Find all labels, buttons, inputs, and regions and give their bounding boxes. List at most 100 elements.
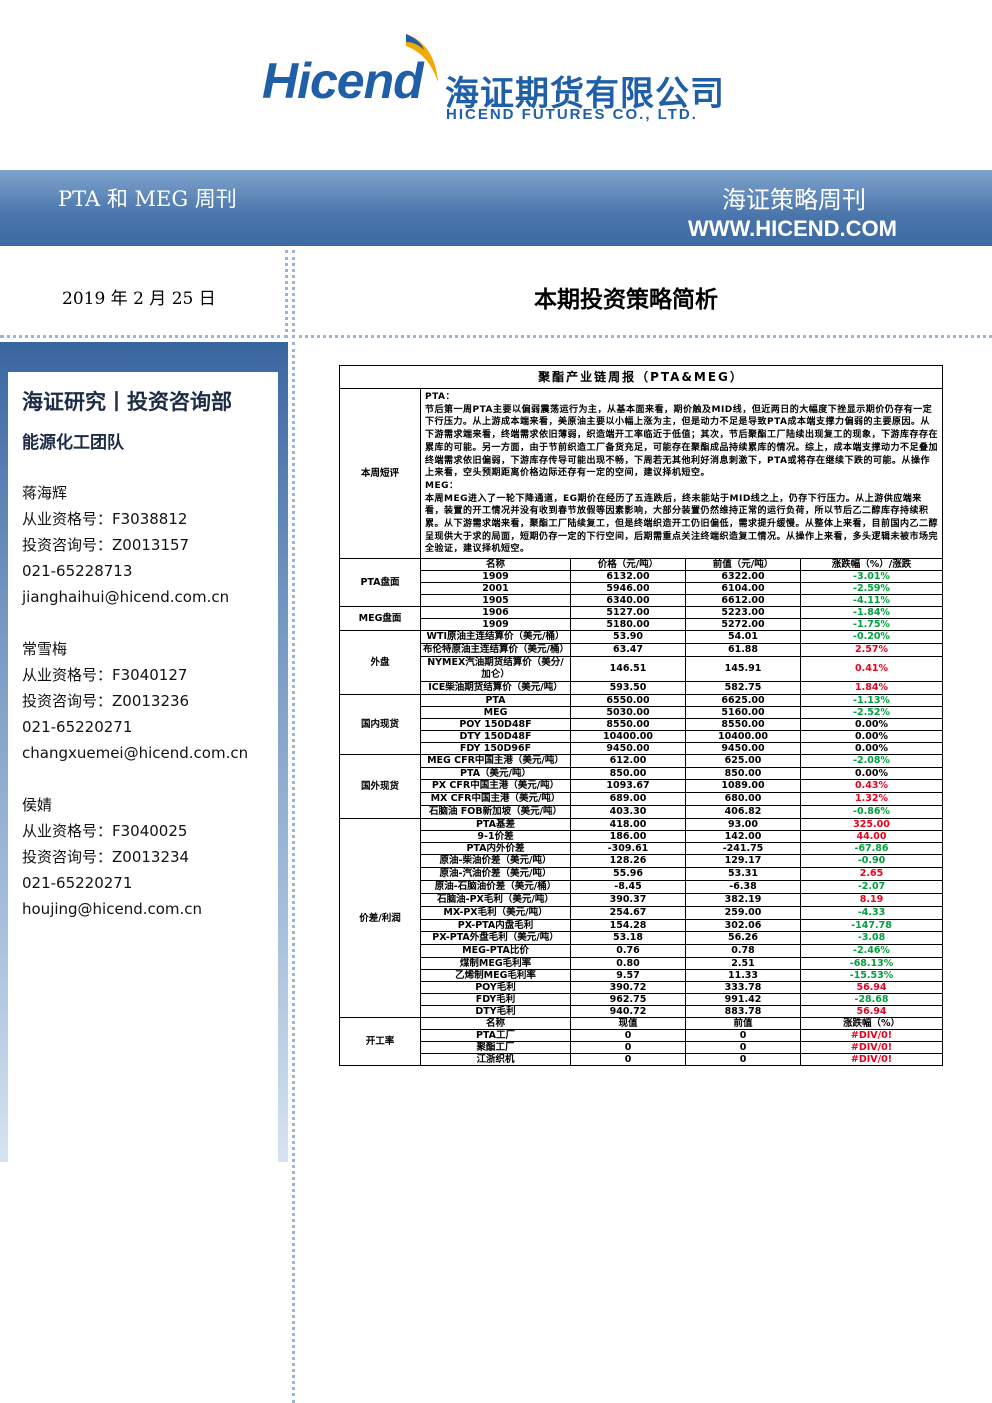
row-name: POY毛利 [420,981,571,995]
table-row: 1909 6132.00 6322.00 -3.01% [340,570,944,584]
row-price: 6550.00 [570,694,686,708]
row-name: POY 150D48F [420,718,571,732]
row-change: -2.08% [799,754,944,769]
analyst-email[interactable]: jianghaihui@hicend.com.cn [22,584,229,610]
department-name: 海证研究丨投资咨询部 [22,390,232,414]
row-change: 0.00% [799,767,944,781]
website-url[interactable]: WWW.HICEND.COM [688,216,897,242]
comment-paragraph: PTA： [425,392,456,402]
row-price: 403.30 [570,805,686,820]
row-name: 原油-汽油价差（美元/吨） [420,867,571,882]
report-name: PTA 和 MEG 周刊 [58,187,237,211]
table-row: POY 150D48F 8550.00 8550.00 0.00% [340,718,944,732]
row-price: -8.45 [570,880,686,895]
series-name: 海证策略周刊 [722,186,866,214]
row-price: -309.61 [570,842,686,856]
row-price: 10400.00 [570,730,686,744]
row-change: -147.78 [799,919,944,933]
analyst-email[interactable]: houjing@hicend.com.cn [22,896,202,922]
row-change: #DIV/0! [799,1053,944,1067]
row-change: -3.01% [799,570,944,584]
row-price: 53.18 [570,931,686,946]
row-price: 689.00 [570,792,686,807]
row-name: PTA工厂 [420,1029,571,1043]
row-change: -2.52% [799,706,944,720]
row-change: 8.19 [799,893,944,908]
analyst-card: 常雪梅 从业资格号：F3040127 投资咨询号：Z0013236 021-65… [22,636,248,766]
row-prev: 0 [685,1029,801,1043]
table-row: 2001 5946.00 6104.00 -2.59% [340,582,944,596]
table-row: 乙烯制MEG毛利率 9.57 11.33 -15.53% [340,969,944,983]
row-price: 850.00 [570,767,686,781]
row-price: 0.80 [570,957,686,971]
row-price: 940.72 [570,1005,686,1019]
analyst-name: 侯婧 [22,796,53,814]
analyst-consult-id: 投资咨询号：Z0013236 [22,692,190,710]
table-row: 1909 5180.00 5272.00 -1.75% [340,618,944,632]
comment-paragraph: 节后第一周PTA主要以偏弱震荡运行为主，从基本面来看，期价触及MID线，但近两日… [425,404,939,479]
table-row: PTA内外价差 -309.61 -241.75 -67.86 [340,842,944,856]
row-prev: -6.38 [685,880,801,895]
row-name: 1909 [420,618,571,632]
row-price: 6340.00 [570,594,686,608]
team-name: 能源化工团队 [22,433,124,453]
row-prev: 6625.00 [685,694,801,708]
section-label: MEG盘面 [339,606,421,632]
table-row: MEG 5030.00 5160.00 -2.52% [340,706,944,720]
table-row: 原油-汽油价差（美元/吨） 55.96 53.31 2.65 [340,867,944,882]
row-prev: 680.00 [685,792,801,807]
analyst-name: 常雪梅 [22,640,68,658]
comment-paragraph: MEG： [425,480,459,491]
analyst-card: 蒋海辉 从业资格号：F3038812 投资咨询号：Z0013157 021-65… [22,480,229,610]
row-change: 2.65 [799,867,944,882]
row-change: -0.20% [799,630,944,645]
analyst-email[interactable]: changxuemei@hicend.com.cn [22,740,248,766]
table-row: PTA（美元/吨） 850.00 850.00 0.00% [340,767,944,781]
row-price: 63.47 [570,643,686,658]
analyst-phone: 021-65220271 [22,718,133,736]
row-name: NYMEX汽油期货结算价（美分/加仑） [420,656,571,683]
row-prev: 129.17 [685,854,801,869]
row-price: 1093.67 [570,779,686,794]
row-price: 418.00 [570,818,686,832]
table-row: 原油-柴油价差（美元/吨） 128.26 129.17 -0.90 [340,854,944,869]
row-change: 56.94 [799,1005,944,1019]
row-name: MEG [420,706,571,720]
row-change: #DIV/0! [799,1041,944,1055]
row-change: 56.94 [799,981,944,995]
row-name: 原油-柴油价差（美元/吨） [420,854,571,869]
row-change: -4.11% [799,594,944,608]
analyst-qualification: 从业资格号：F3038812 [22,510,188,528]
row-price: 6132.00 [570,570,686,584]
row-name: PX-PTA外盘毛利（美元/吨） [420,931,571,946]
row-change: -2.07 [799,880,944,895]
row-change: 涨跌幅（%） [799,1017,944,1031]
row-name: 原油-石脑油价差（美元/桶） [420,880,571,895]
table-row: 石脑油-PX毛利（美元/吨） 390.37 382.19 8.19 [340,893,944,908]
table-row: MEG-PTA比价 0.76 0.78 -2.46% [340,944,944,959]
row-price: 53.90 [570,630,686,645]
row-name: MEG-PTA比价 [420,944,571,959]
row-prev: 2.51 [685,957,801,971]
row-price: 0 [570,1029,686,1043]
table-row: MEG盘面 1906 5127.00 5223.00 -1.84% [339,606,944,632]
row-price: 146.51 [570,656,686,683]
table-row: 国外现货 MEG CFR中国主港（美元/吨） 612.00 625.00 -2.08% [339,754,944,820]
row-prev: 11.33 [685,969,801,983]
analyst-name: 蒋海辉 [22,484,68,502]
row-name: 名称 [420,1017,571,1031]
row-name: 1906 [420,606,571,620]
row-prev: 0 [685,1041,801,1055]
row-name: WTI原油主连结算价（美元/桶） [420,630,571,645]
row-name: PTA（美元/吨） [420,767,571,781]
row-price: 593.50 [570,681,686,696]
row-prev: -241.75 [685,842,801,856]
row-name: 聚酯工厂 [420,1041,571,1055]
row-prev: 625.00 [685,754,801,769]
row-prev: 406.82 [685,805,801,820]
row-price: 390.37 [570,893,686,908]
row-price: 5127.00 [570,606,686,620]
table-row: PX-PTA内盘毛利 154.28 302.06 -147.78 [340,919,944,933]
header-price: 价格（元/吨） [570,558,686,572]
section-label: 价差/利润 [339,818,421,1019]
